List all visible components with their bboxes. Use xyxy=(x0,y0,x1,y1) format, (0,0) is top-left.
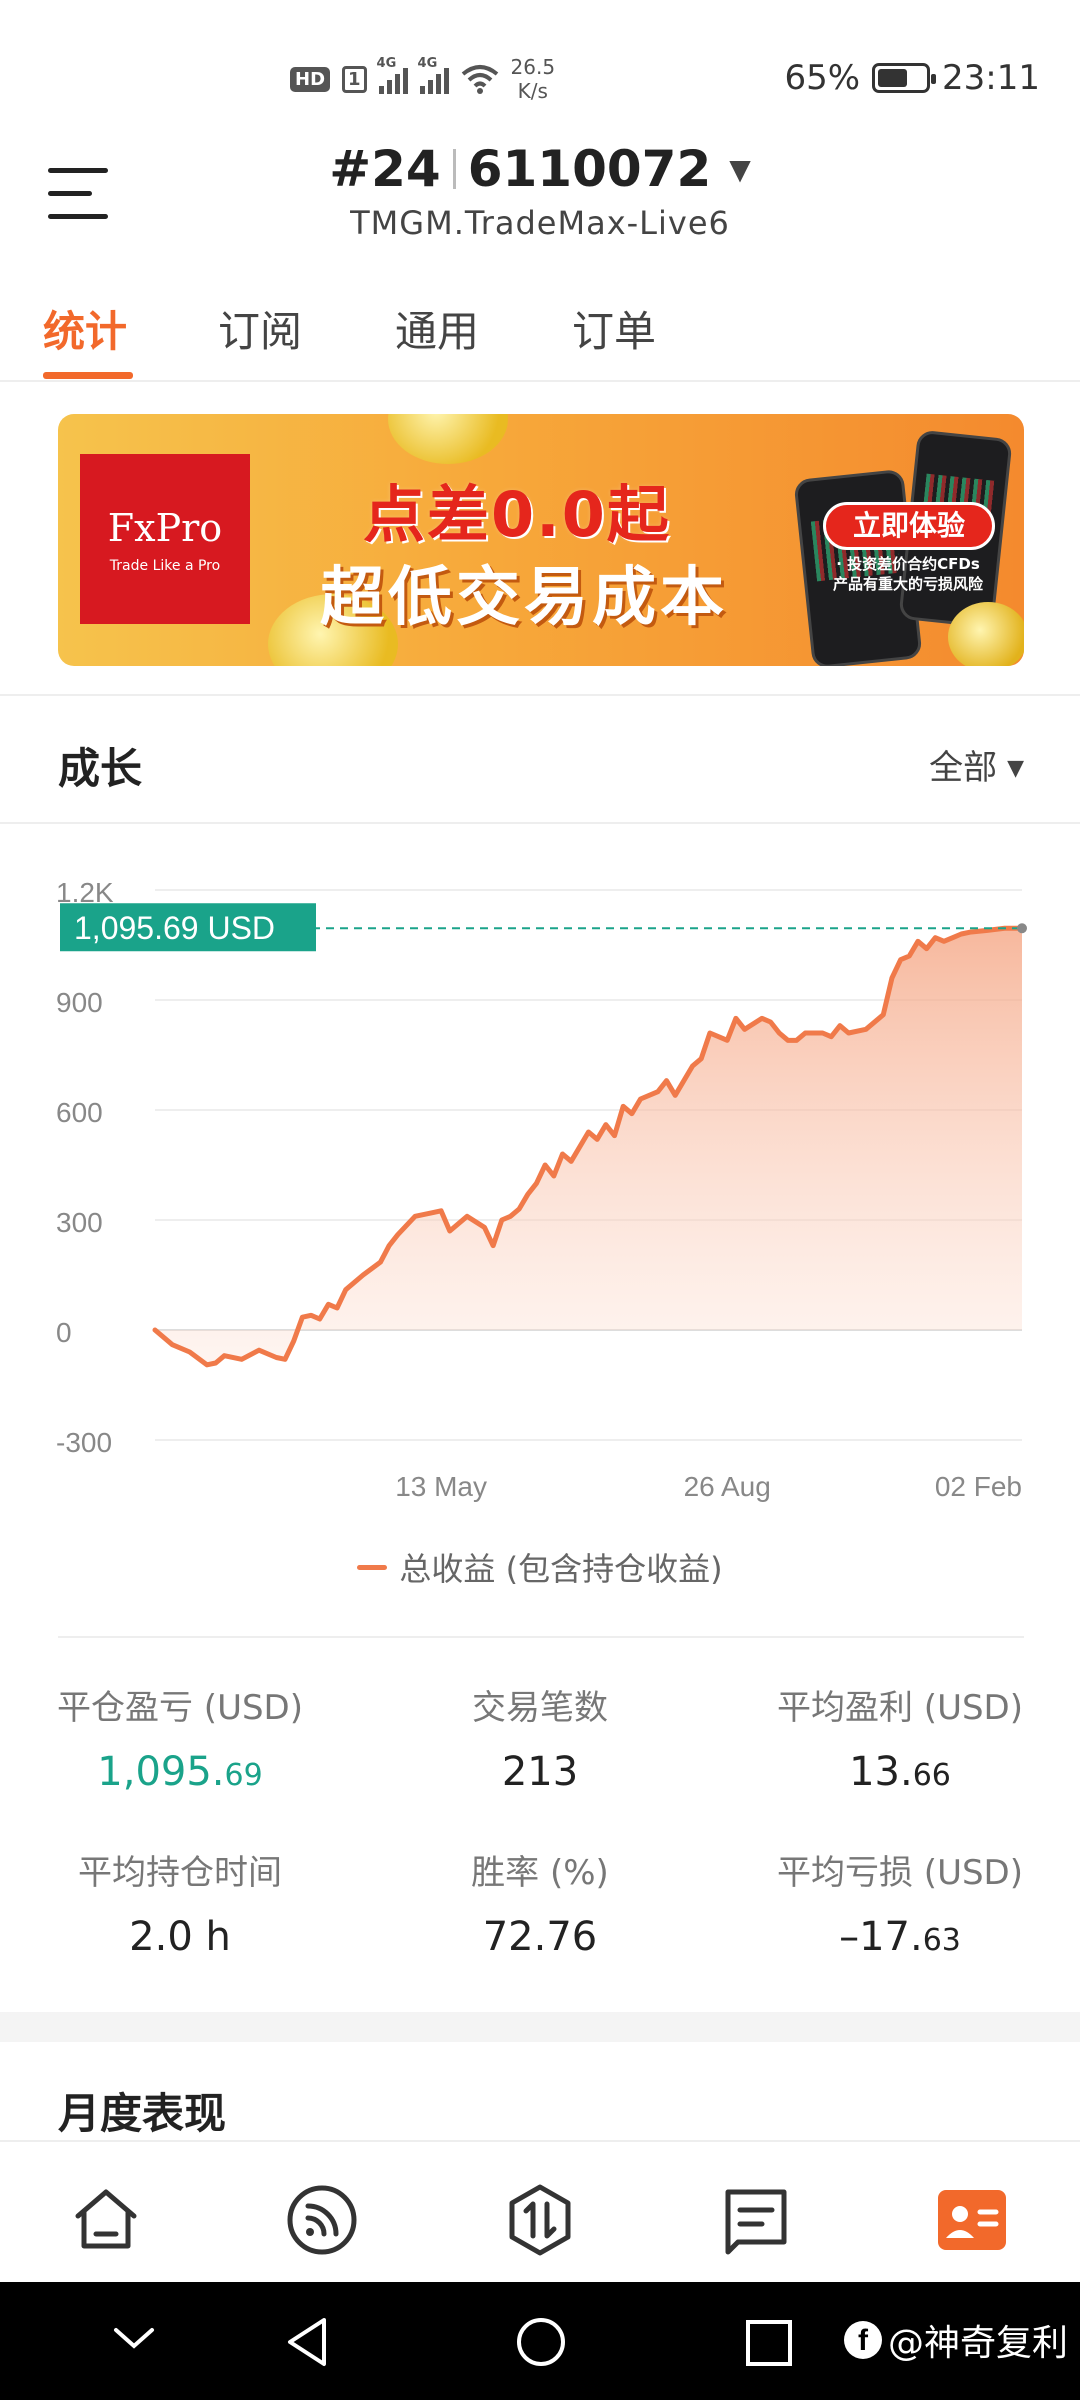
stat-avg-hold-time: 平均持仓时间 2.0 h xyxy=(78,1853,282,1960)
back-icon[interactable] xyxy=(282,2312,332,2372)
fxpro-logo: FxPro Trade Like a Pro xyxy=(80,454,250,624)
y-tick-label: -300 xyxy=(56,1427,112,1458)
signal-feed-icon[interactable] xyxy=(284,2182,360,2258)
y-tick-label: 600 xyxy=(56,1097,103,1128)
stat-closed-pnl: 平仓盈亏 (USD) 1,095.69 xyxy=(57,1688,303,1795)
stat-avg-profit: 平均盈利 (USD) 13.66 xyxy=(777,1688,1023,1795)
watermark: f @神奇复利 xyxy=(843,2314,1068,2366)
x-tick-label: 02 Feb xyxy=(935,1471,1022,1502)
tab-bar: 统计 订阅 通用 订单 xyxy=(0,290,1080,382)
ad-banner[interactable]: FxPro Trade Like a Pro 点差0.0起 超低交易成本 立即体… xyxy=(58,414,1024,666)
growth-chart: 1.2K 900 600 300 0 -300 13 May 26 Aug 02 Feb 1,09… xyxy=(0,860,1080,1520)
system-nav-bar: f @神奇复利 xyxy=(0,2282,1080,2400)
caret-down-icon: ▼ xyxy=(1007,756,1024,781)
clock: 23:11 xyxy=(942,58,1040,98)
stat-avg-loss: 平均亏损 (USD) –17.63 xyxy=(777,1853,1023,1960)
range-dropdown[interactable]: 全部 ▼ xyxy=(929,740,1024,789)
tab-general[interactable]: 通用 xyxy=(395,298,479,359)
server-name: TMGM.TradeMax-Live6 xyxy=(350,204,730,242)
recents-icon[interactable] xyxy=(744,2312,794,2372)
tab-statistics[interactable]: 统计 xyxy=(43,298,127,359)
bottom-nav xyxy=(0,2140,1080,2282)
battery-icon xyxy=(872,63,937,93)
account-number: 6110072 xyxy=(467,140,712,198)
monthly-title: 月度表现 xyxy=(58,2089,227,2138)
account-index: #24 xyxy=(329,140,441,198)
tab-subscribe[interactable]: 订阅 xyxy=(218,298,302,359)
banner-headline: 点差0.0起 xyxy=(363,478,671,551)
growth-title: 成长 xyxy=(58,744,143,793)
stat-trade-count: 交易笔数 213 xyxy=(472,1688,608,1795)
tab-active-indicator xyxy=(43,372,133,379)
coin-decoration xyxy=(388,414,508,464)
x-tick-label: 13 May xyxy=(395,1471,487,1502)
wifi-icon xyxy=(461,65,498,94)
coin-decoration xyxy=(948,602,1024,666)
range-value: 全部 xyxy=(929,748,998,788)
home-icon[interactable] xyxy=(68,2182,144,2258)
status-right: 65% 23:11 xyxy=(784,58,1040,98)
messages-icon[interactable] xyxy=(718,2182,794,2258)
x-tick-label: 26 Aug xyxy=(684,1471,771,1502)
y-tick-label: 300 xyxy=(56,1207,103,1238)
status-left: HD 1 4G 4G 26.5 K/s xyxy=(290,55,555,103)
trade-icon[interactable] xyxy=(502,2182,578,2258)
stat-win-rate: 胜率 (%) 72.76 xyxy=(471,1853,609,1960)
section-gap xyxy=(0,2012,1080,2042)
signal-icon: 4G xyxy=(377,56,408,94)
banner-cta-button[interactable]: 立即体验 xyxy=(823,502,995,550)
banner-risk-note: · 投资差价合约CFDs 产品有重大的亏损风险 xyxy=(832,555,983,593)
network-speed: 26.5 K/s xyxy=(510,55,556,103)
last-point-marker xyxy=(1017,923,1027,934)
battery-percent: 65% xyxy=(784,58,861,98)
signal-icon-2: 4G xyxy=(418,56,449,94)
y-tick-label: 0 xyxy=(56,1317,72,1348)
banner-subheadline: 超低交易成本 xyxy=(320,561,728,635)
chevron-down-icon[interactable] xyxy=(112,2312,156,2372)
divider xyxy=(0,694,1080,696)
account-selector[interactable]: #24 6110072 ▼ TMGM.TradeMax-Live6 xyxy=(0,140,1080,242)
divider xyxy=(58,1636,1024,1638)
sim-badge: 1 xyxy=(342,65,367,93)
chart-legend[interactable]: 总收益 (包含持仓收益) xyxy=(0,1544,1080,1590)
home-circle-icon[interactable] xyxy=(514,2312,568,2372)
y-tick-label: 900 xyxy=(56,987,103,1018)
current-value-label: 1,095.69 USD xyxy=(74,910,275,946)
separator xyxy=(452,149,456,189)
legend-swatch xyxy=(357,1565,388,1570)
divider xyxy=(0,822,1080,824)
series-area xyxy=(155,928,1022,1365)
tab-orders[interactable]: 订单 xyxy=(572,298,656,359)
caret-down-icon[interactable]: ▼ xyxy=(729,153,751,186)
profile-card-icon[interactable] xyxy=(934,2182,1010,2258)
legend-label: 总收益 (包含持仓收益) xyxy=(399,1550,723,1588)
status-bar: HD 1 4G 4G 26.5 K/s 65% 23:11 xyxy=(0,0,1080,150)
hd-badge: HD xyxy=(290,66,331,92)
facebook-icon: f xyxy=(843,2321,882,2359)
growth-chart-svg: 1.2K9006003000-30013 May 26 Aug 02 Feb1,09… xyxy=(56,877,1027,1502)
